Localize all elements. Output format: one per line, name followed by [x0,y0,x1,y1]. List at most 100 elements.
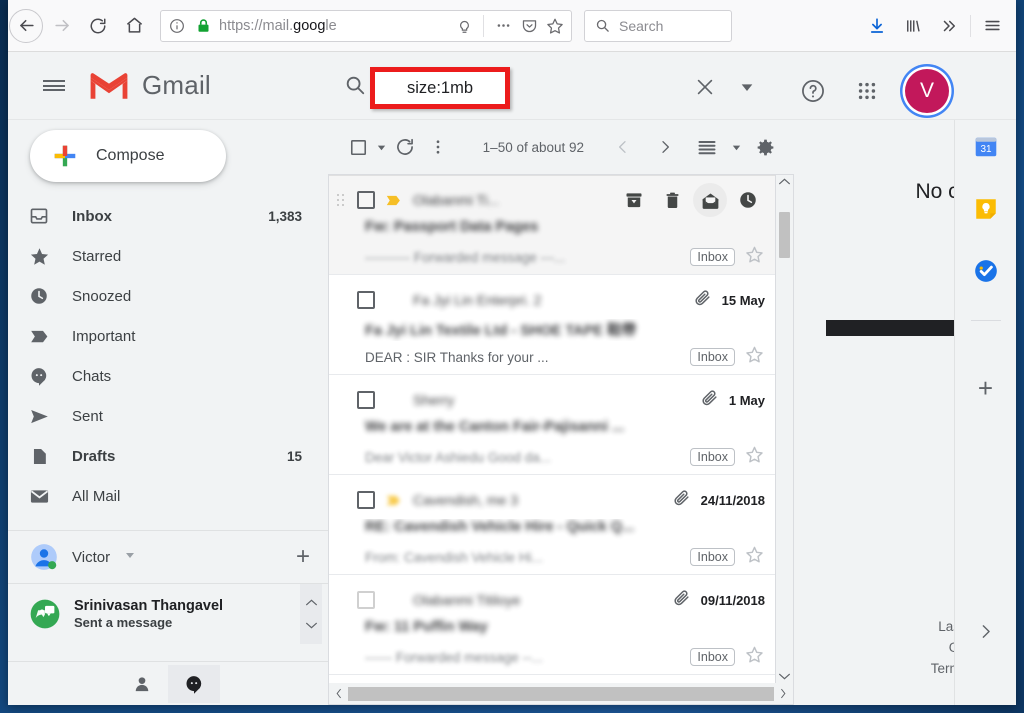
sidebar-item-all-mail[interactable]: All Mail [8,476,328,516]
row-label-chip[interactable]: Inbox [690,248,735,266]
table-row[interactable]: Olabanmi Ti... Fw: Passport Data Pages -… [329,175,775,275]
important-icon[interactable] [385,492,403,509]
more-options-button[interactable] [421,126,454,168]
row-label-chip[interactable]: Inbox [690,448,735,466]
scroll-thumb[interactable] [779,212,790,258]
density-button[interactable] [686,126,728,168]
sidebar-item-inbox[interactable]: Inbox 1,383 [8,196,328,236]
next-page-button[interactable] [644,126,686,168]
sidebar-item-starred[interactable]: Starred [8,236,328,276]
row-label-chip[interactable]: Inbox [690,348,735,366]
hangouts-contact-name: Srinivasan Thangavel [74,597,224,614]
address-bar[interactable]: https://mail.google [160,9,572,42]
density-chevron-icon[interactable] [728,126,744,168]
page-actions-icon[interactable] [493,16,513,36]
gmail-wordmark: Gmail [142,70,211,100]
chevron-down-icon[interactable] [124,548,136,566]
delete-icon[interactable] [655,183,689,217]
new-conversation-button[interactable]: + [296,545,310,569]
refresh-button[interactable] [388,126,421,168]
table-row[interactable]: Fa Jyi Lin Enterpri. 2 15 May Fa Jyi Lin… [329,275,775,375]
table-row[interactable]: Cavendish, me 3 24/11/2018 RE: Cavendish… [329,475,775,575]
page-info-icon[interactable] [167,16,187,36]
downloads-icon[interactable] [860,9,894,43]
select-all-checkbox[interactable] [342,126,375,168]
row-checkbox[interactable] [357,391,375,409]
help-icon[interactable] [792,70,834,112]
hangouts-scroll-arrows[interactable] [300,583,322,644]
hangouts-tab[interactable] [168,664,220,703]
sidebar-item-label: Chats [72,367,112,385]
search-options-chevron-icon[interactable] [726,66,768,108]
mark-unread-icon[interactable] [693,183,727,217]
home-icon[interactable] [117,9,151,43]
sidebar-item-drafts[interactable]: Drafts 15 [8,436,328,476]
snooze-icon[interactable] [731,183,765,217]
library-icon[interactable] [896,9,930,43]
gmail-search-bar[interactable]: size:1mb [330,64,782,110]
search-icon[interactable] [344,74,370,101]
forward-arrow-icon[interactable] [45,9,79,43]
star-icon[interactable] [745,545,765,569]
compose-button[interactable]: Compose [30,130,226,182]
sidebar-item-sent[interactable]: Sent [8,396,328,436]
hangouts-user-name: Victor [72,548,111,566]
secure-lock-icon[interactable] [193,16,213,36]
scroll-thumb-horizontal[interactable] [348,686,774,701]
drag-handle[interactable] [337,194,347,206]
row-checkbox[interactable] [357,591,375,609]
add-addon-button[interactable]: + [978,375,993,401]
scroll-track[interactable] [776,186,793,672]
contacts-tab[interactable] [116,665,168,703]
pocket-icon[interactable] [519,16,539,36]
star-icon[interactable] [745,445,765,469]
row-checkbox[interactable] [357,291,375,309]
open-in-link[interactable]: Open in [931,637,954,658]
back-arrow-icon[interactable] [9,8,43,43]
row-subject: We are at the Canton Fair-Pajisanni ... [365,419,625,435]
row-label-chip[interactable]: Inbox [690,648,735,666]
row-checkbox[interactable] [357,491,375,509]
star-icon[interactable] [745,345,765,369]
account-avatar[interactable]: V [895,59,959,123]
row-hover-actions [617,183,765,217]
bookmark-star-icon[interactable] [545,16,565,36]
apps-grid-icon[interactable] [846,70,888,112]
table-row[interactable]: Sherry 1 May We are at the Canton Fair-P… [329,375,775,475]
select-all-chevron-icon[interactable] [375,126,388,168]
hangouts-conversation[interactable]: Srinivasan Thangavel Sent a message [8,583,328,644]
expand-panel-chevron-icon[interactable] [977,623,994,645]
google-tasks-icon[interactable] [973,258,999,284]
gmail-logo[interactable]: Gmail [88,70,211,102]
main-menu-icon[interactable] [34,66,74,106]
search-input[interactable]: size:1mb [407,79,473,98]
previous-page-button[interactable] [602,126,644,168]
hangouts-user-row[interactable]: Victor + [8,531,328,583]
hangouts-tabs [8,661,328,705]
clear-search-icon[interactable] [684,66,726,108]
reload-icon[interactable] [81,9,115,43]
reader-mode-icon[interactable] [454,16,474,36]
last-account-activity[interactable]: Last acco [931,616,954,637]
sidebar-item-important[interactable]: Important [8,316,328,356]
row-checkbox[interactable] [357,191,375,209]
gmail-header-actions: V [792,59,959,123]
star-icon[interactable] [745,645,765,669]
browser-search-input[interactable]: Search [619,18,663,34]
star-icon[interactable] [745,245,765,269]
sidebar-item-snoozed[interactable]: Snoozed [8,276,328,316]
list-horizontal-scrollbar[interactable] [328,683,794,705]
overflow-chevrons-icon[interactable] [932,9,966,43]
google-keep-icon[interactable] [973,196,999,222]
sidebar-item-chats[interactable]: Chats [8,356,328,396]
app-menu-icon[interactable] [975,9,1009,43]
settings-gear-icon[interactable] [744,126,786,168]
table-row[interactable]: Olabanmi Titiloye 09/11/2018 Fw: 11 Puff… [329,575,775,675]
list-vertical-scrollbar[interactable] [776,174,794,683]
archive-icon[interactable] [617,183,651,217]
terms-privacy-link[interactable]: Terms · Pri [931,658,954,679]
browser-search-bar[interactable]: Search [584,9,732,42]
important-icon[interactable] [385,192,403,209]
google-calendar-icon[interactable]: 31 [973,134,999,160]
row-label-chip[interactable]: Inbox [690,548,735,566]
